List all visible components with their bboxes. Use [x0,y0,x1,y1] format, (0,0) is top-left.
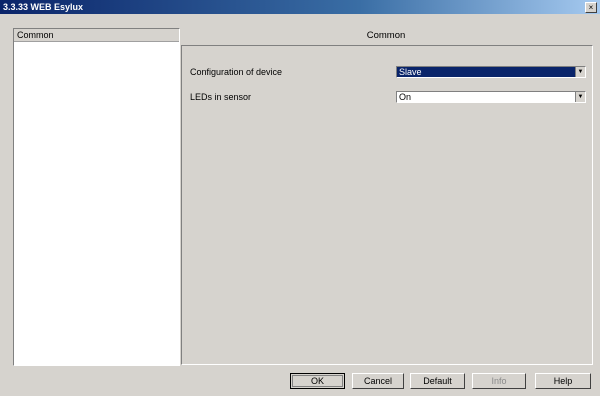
window-title: 3.3.33 WEB Esylux [3,2,84,12]
param-label-configuration: Configuration of device [190,67,283,77]
title-bar: 3.3.33 WEB Esylux × [0,0,600,14]
tree-item-label: Common [17,30,54,40]
configuration-value: Slave [399,67,422,77]
close-icon[interactable]: × [585,2,597,13]
parameter-panel: Configuration of device Slave ▼ LEDs in … [181,45,593,365]
chevron-down-icon[interactable]: ▼ [575,92,585,102]
cancel-button[interactable]: Cancel [352,373,404,389]
parameter-tree: Common [13,28,180,366]
page-title: Common [366,30,406,41]
tree-item-common[interactable]: Common [14,29,179,42]
dialog-window: 3.3.33 WEB Esylux × Common Common Config… [0,0,600,396]
ok-button[interactable]: OK [290,373,345,389]
param-label-leds: LEDs in sensor [190,92,252,102]
chevron-down-icon[interactable]: ▼ [575,67,585,77]
leds-value: On [399,92,412,102]
configuration-select[interactable]: Slave ▼ [396,66,586,78]
help-button[interactable]: Help [535,373,591,389]
info-button[interactable]: Info [472,373,526,389]
leds-select[interactable]: On ▼ [396,91,586,103]
default-button[interactable]: Default [410,373,465,389]
